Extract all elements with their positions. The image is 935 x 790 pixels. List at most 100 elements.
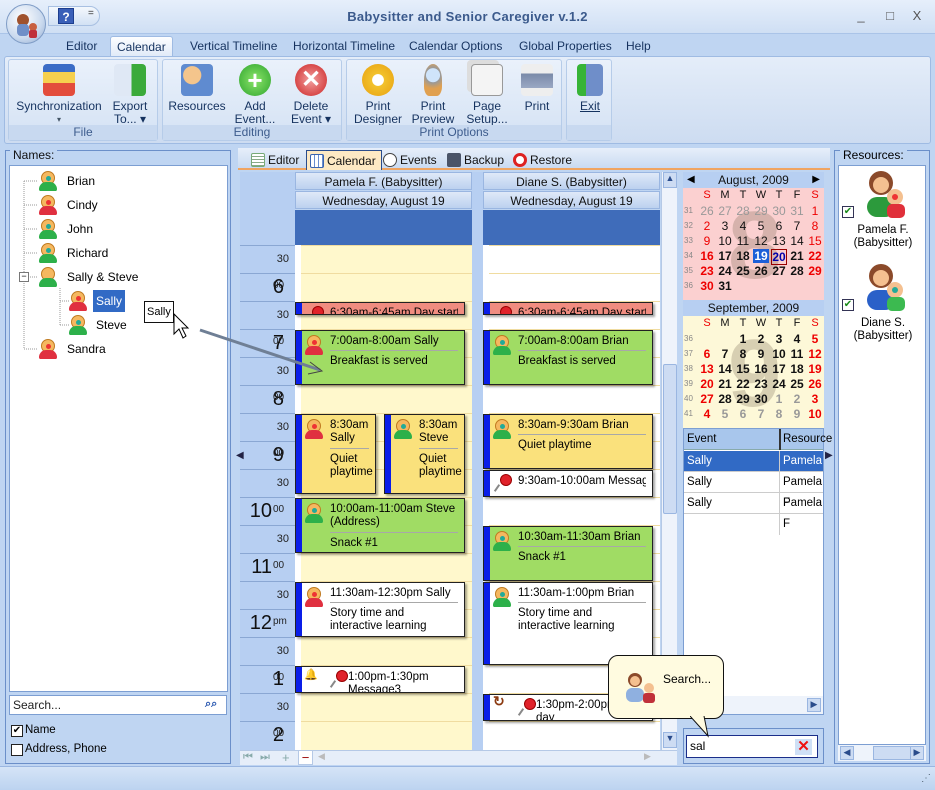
resource-checkbox-diane[interactable]: ✔ [842,299,854,311]
scroll-right-icon[interactable]: ▶ [644,751,658,765]
first-page-icon[interactable]: ⏮ [243,751,253,764]
date-header-diane[interactable]: Wednesday, August 19 [483,191,660,209]
resource-item-diane[interactable]: ✔ Diane S. (Babysitter) [839,259,927,347]
day-cell[interactable]: 23 [699,264,715,278]
list-row[interactable]: Sally Pamela F [684,451,823,493]
list-row[interactable]: Sally Pamela F [684,493,823,535]
day-cell[interactable]: 9 [699,234,715,248]
day-cell[interactable]: 16 [753,362,769,376]
calendar-event[interactable]: 6:30am-6:45am Day starts [483,302,653,315]
column-header-resource[interactable]: Resource [779,429,832,450]
day-cell[interactable]: 1 [807,204,823,218]
column-header-event[interactable]: Event [687,429,716,450]
day-cell[interactable]: 19 [807,362,823,376]
calendar-event[interactable]: 11:30am-1:00pm Brian Story time and inter… [483,582,653,665]
day-cell[interactable]: 2 [699,219,715,233]
day-cell[interactable]: 27 [771,264,787,278]
day-cell[interactable]: 2 [789,392,805,406]
day-cell[interactable]: 29 [735,392,751,406]
day-cell[interactable]: 12 [753,234,769,248]
day-cell[interactable]: 20 [771,249,787,265]
collapse-left-icon[interactable]: ◀ [236,450,244,461]
day-cell[interactable]: 10 [717,234,733,248]
day-cell[interactable]: 19 [753,249,769,263]
collapse-right-icon[interactable]: ▶ [825,450,833,461]
scroll-right-icon[interactable]: ▶ [807,698,821,712]
resources-horizontal-scrollbar[interactable]: ◀ ▶ [838,745,926,761]
resources-button[interactable]: Resources [167,64,227,113]
add-event-button[interactable]: + Add Event... [229,64,281,126]
day-cell[interactable]: 18 [789,362,805,376]
next-month-icon[interactable]: ▶ [812,174,820,185]
day-cell[interactable]: 9 [789,407,805,421]
day-cell[interactable]: 5 [717,407,733,421]
resize-grip-icon[interactable]: ⋰ [921,773,931,784]
day-cell[interactable]: 22 [807,249,823,263]
calendar-event[interactable]: 8:30am-1Steve Quiet playtime [384,414,465,495]
day-cell[interactable]: 27 [717,204,733,218]
day-cell[interactable]: 2 [753,332,769,346]
print-designer-button[interactable]: Print Designer [351,64,405,126]
collapse-toggle-icon[interactable]: − [19,272,29,282]
day-cell[interactable]: 7 [789,219,805,233]
day-cell[interactable]: 17 [717,249,733,263]
all-day-area-pamela[interactable] [295,210,472,246]
scroll-down-icon[interactable]: ▼ [663,732,677,748]
day-cell[interactable]: 26 [753,264,769,278]
date-header-pamela[interactable]: Wednesday, August 19 [295,191,472,209]
day-cell[interactable]: 8 [771,407,787,421]
calendar-event[interactable]: 11:30am-12:30pm Sally Story time and inte… [295,582,465,637]
view-tab-calendar[interactable]: Calendar [306,150,382,170]
day-cell[interactable]: 4 [735,219,751,233]
day-cell[interactable]: 30 [753,392,769,406]
tab-editor[interactable]: Editor [60,36,103,56]
list-row[interactable]: Sally Pamela F [684,472,823,514]
day-cell[interactable]: 1 [735,332,751,346]
day-cell[interactable]: 27 [699,392,715,406]
calendar-event[interactable]: 9:30am-10:00am Message2 [483,470,653,497]
zoom-in-icon[interactable]: + [282,750,290,765]
day-cell[interactable]: 28 [717,392,733,406]
resource-checkbox-pamela[interactable]: ✔ [842,206,854,218]
scroll-thumb[interactable] [873,746,913,760]
scroll-thumb[interactable] [663,364,677,514]
day-cell[interactable]: 31 [789,204,805,218]
zoom-out-icon[interactable]: − [298,750,313,765]
scroll-up-icon[interactable]: ▲ [663,172,677,188]
scroll-left-icon[interactable]: ◀ [840,746,854,760]
day-cell[interactable]: 5 [807,332,823,346]
day-cell[interactable]: 11 [735,234,751,248]
day-cell[interactable]: 6 [699,347,715,361]
day-cell[interactable]: 15 [807,234,823,248]
tab-calendar-options[interactable]: Calendar Options [403,36,508,56]
day-cell[interactable]: 4 [789,332,805,346]
clear-search-icon[interactable]: ✕ [795,739,812,755]
resource-header-pamela[interactable]: Pamela F. (Babysitter) [295,172,472,190]
day-cell[interactable]: 16 [699,249,715,263]
day-cell[interactable]: 18 [735,249,751,263]
day-cell[interactable]: 6 [735,407,751,421]
print-preview-button[interactable]: Print Preview [407,64,459,126]
day-cell[interactable]: 29 [753,204,769,218]
day-cell[interactable]: 24 [717,264,733,278]
day-cell[interactable]: 21 [717,377,733,391]
last-page-icon[interactable]: ⏭ [260,751,270,764]
view-tab-backup[interactable]: Backup [444,150,509,170]
synchronization-button[interactable]: Synchronization ▾ [15,64,103,126]
day-cell[interactable]: 31 [717,279,733,293]
day-cell[interactable]: 14 [717,362,733,376]
maximize-button[interactable]: □ [880,8,900,24]
calendar-event[interactable]: 8:30am-9:30am Brian Quiet playtime [483,414,653,469]
delete-event-button[interactable]: ✕ Delete Event ▾ [283,64,339,126]
calendar-event[interactable]: 10:30am-11:30am Brian Snack #1 [483,526,653,581]
resource-item-pamela[interactable]: ✔ Pamela F. (Babysitter) [839,166,927,254]
export-button[interactable]: Export To... ▾ [105,64,155,126]
day-cell[interactable]: 21 [789,249,805,263]
calendar-event[interactable]: 🔔 1:00pm-1:30pm Message3 [295,666,465,693]
tab-vertical-timeline[interactable]: Vertical Timeline [184,36,283,56]
day-cell[interactable]: 5 [753,219,769,233]
day-cell[interactable]: 8 [807,219,823,233]
day-cell[interactable]: 7 [717,347,733,361]
view-tab-events[interactable]: Events [380,150,442,170]
close-button[interactable]: X [907,8,927,24]
